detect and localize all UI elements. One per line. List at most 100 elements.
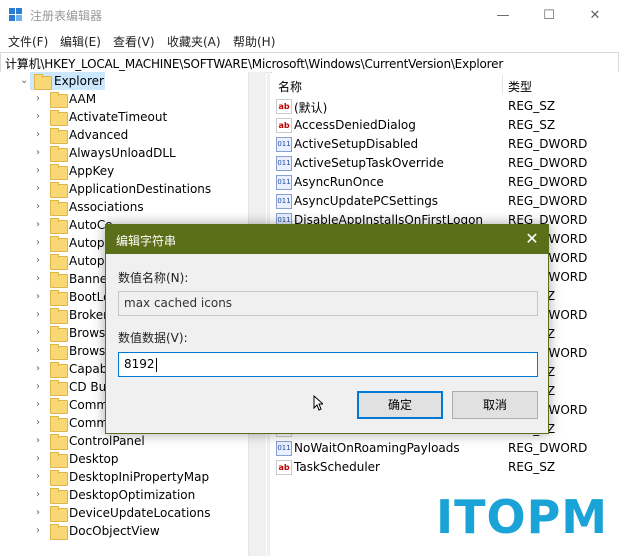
value-row[interactable]: 011 NoWaitOnRoamingPayloads REG_DWORD [272, 439, 619, 458]
value-row[interactable]: 011 ActiveSetupTaskOverride REG_DWORD [272, 154, 619, 173]
chevron-right-icon[interactable]: › [36, 489, 46, 500]
column-header-type[interactable]: 类型 [508, 78, 532, 95]
close-button[interactable]: ✕ [572, 0, 618, 31]
value-data-input[interactable]: 8192 [118, 352, 538, 377]
dialog-title-bar[interactable]: 编辑字符串 ✕ [106, 225, 548, 254]
menu-file[interactable]: 文件(F) [8, 33, 48, 50]
chevron-right-icon[interactable]: › [36, 507, 46, 518]
folder-icon [50, 110, 68, 126]
column-separator[interactable] [502, 75, 503, 95]
maximize-button[interactable]: ☐ [526, 0, 572, 31]
tree-item[interactable]: › AppKey [0, 163, 248, 181]
value-name: NoWaitOnRoamingPayloads [294, 441, 460, 455]
value-name: AsyncRunOnce [294, 175, 384, 189]
value-name: (默认) [294, 101, 328, 115]
regedit-app-icon [9, 8, 22, 21]
tree-item-label: Desktop [69, 452, 119, 466]
tree-item[interactable]: › DesktopIniPropertyMap [0, 469, 248, 487]
tree-item[interactable]: › DocObjectView [0, 523, 248, 541]
text-caret [155, 357, 157, 372]
column-header-name[interactable]: 名称 [278, 78, 302, 95]
value-row[interactable]: ab AccessDeniedDialog REG_SZ [272, 116, 619, 135]
value-type: REG_DWORD [508, 175, 588, 189]
dialog-close-icon[interactable]: ✕ [522, 229, 542, 248]
tree-item-label: AppKey [69, 164, 115, 178]
tree-item-label: Comm [69, 398, 109, 412]
menu-favorites[interactable]: 收藏夹(A) [167, 33, 221, 50]
chevron-right-icon[interactable]: › [36, 93, 46, 104]
folder-icon [50, 398, 68, 414]
tree-item[interactable]: › ControlPanel [0, 433, 248, 451]
cancel-button[interactable]: 取消 [452, 391, 538, 419]
tree-item-label: AlwaysUnloadDLL [69, 146, 176, 160]
chevron-right-icon[interactable]: › [36, 345, 46, 356]
mouse-cursor-icon [313, 395, 323, 411]
value-row[interactable]: ab TaskScheduler REG_SZ [272, 458, 619, 477]
binary-value-icon: 011 [276, 194, 292, 209]
chevron-right-icon[interactable]: › [36, 201, 46, 212]
chevron-right-icon[interactable]: › [36, 525, 46, 536]
value-name-text: max cached icons [124, 296, 233, 310]
window-title: 注册表编辑器 [30, 9, 103, 23]
chevron-right-icon[interactable]: › [36, 147, 46, 158]
menu-view[interactable]: 查看(V) [113, 33, 155, 50]
chevron-right-icon[interactable]: › [36, 471, 46, 482]
folder-open-icon [34, 74, 52, 90]
chevron-right-icon[interactable]: › [36, 111, 46, 122]
chevron-right-icon[interactable]: › [36, 327, 46, 338]
chevron-right-icon[interactable]: › [36, 219, 46, 230]
chevron-right-icon[interactable]: › [36, 237, 46, 248]
chevron-right-icon[interactable]: › [36, 381, 46, 392]
tree-item-label: Explorer [54, 74, 104, 88]
chevron-right-icon[interactable]: › [36, 291, 46, 302]
tree-item[interactable]: › DesktopOptimization [0, 487, 248, 505]
chevron-right-icon[interactable]: › [36, 417, 46, 428]
tree-item[interactable]: › ApplicationDestinations [0, 181, 248, 199]
folder-icon [50, 488, 68, 504]
tree-item[interactable]: › Desktop [0, 451, 248, 469]
chevron-right-icon[interactable]: › [36, 363, 46, 374]
chevron-right-icon[interactable]: › [36, 309, 46, 320]
chevron-right-icon[interactable]: › [36, 129, 46, 140]
folder-icon [50, 146, 68, 162]
folder-icon [50, 200, 68, 216]
tree-item[interactable]: › ActivateTimeout [0, 109, 248, 127]
tree-item[interactable]: › Advanced [0, 127, 248, 145]
value-row[interactable]: 011 ActiveSetupDisabled REG_DWORD [272, 135, 619, 154]
value-data-text: 8192 [124, 357, 155, 371]
binary-value-icon: 011 [276, 137, 292, 152]
value-row[interactable]: 011 AsyncRunOnce REG_DWORD [272, 173, 619, 192]
tree-item[interactable]: › DeviceUpdateLocations [0, 505, 248, 523]
tree-item[interactable]: › AAM [0, 91, 248, 109]
chevron-right-icon[interactable]: › [36, 165, 46, 176]
chevron-right-icon[interactable]: › [36, 273, 46, 284]
address-path: 计算机\HKEY_LOCAL_MACHINE\SOFTWARE\Microsof… [5, 57, 504, 71]
tree-item[interactable]: › AlwaysUnloadDLL [0, 145, 248, 163]
address-bar[interactable]: 计算机\HKEY_LOCAL_MACHINE\SOFTWARE\Microsof… [0, 52, 619, 73]
tree-item[interactable]: › Associations [0, 199, 248, 217]
chevron-right-icon[interactable]: › [36, 435, 46, 446]
chevron-right-icon[interactable]: › [36, 255, 46, 266]
menu-edit[interactable]: 编辑(E) [60, 33, 101, 50]
tree-item-label: DesktopOptimization [69, 488, 196, 502]
minimize-button[interactable]: — [480, 0, 526, 31]
chevron-right-icon[interactable]: › [36, 453, 46, 464]
string-value-icon: ab [276, 118, 292, 133]
menu-help[interactable]: 帮助(H) [233, 33, 275, 50]
value-name-field: max cached icons [118, 291, 538, 316]
chevron-right-icon[interactable]: › [36, 399, 46, 410]
tree-item-label: DeviceUpdateLocations [69, 506, 211, 520]
value-type: REG_DWORD [508, 156, 588, 170]
folder-icon [50, 326, 68, 342]
value-type: REG_SZ [508, 118, 556, 132]
chevron-right-icon[interactable]: › [36, 183, 46, 194]
value-data-text-wrap: 8192 [124, 357, 157, 372]
dialog-title: 编辑字符串 [116, 234, 177, 248]
ok-button[interactable]: 确定 [357, 391, 443, 419]
value-row[interactable]: ab (默认) REG_SZ [272, 97, 619, 116]
folder-icon [50, 272, 68, 288]
chevron-down-icon[interactable]: ⌄ [20, 75, 30, 86]
tree-item-explorer[interactable]: ⌄ Explorer [0, 73, 248, 91]
value-row[interactable]: 011 AsyncUpdatePCSettings REG_DWORD [272, 192, 619, 211]
folder-icon [50, 308, 68, 324]
